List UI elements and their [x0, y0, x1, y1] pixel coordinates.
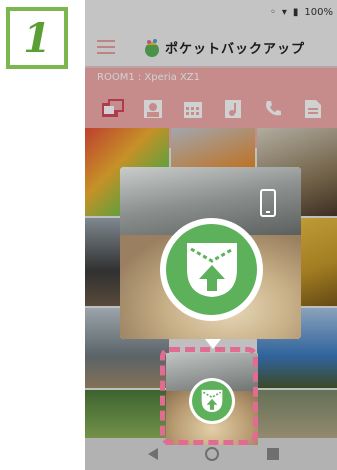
- step-badge: 1: [6, 7, 68, 69]
- device-icon: [260, 189, 276, 217]
- backup-button-large[interactable]: [160, 218, 263, 321]
- highlight-dashed-border: [160, 347, 258, 445]
- step-number: 1: [23, 14, 51, 62]
- pocket-backup-icon: [187, 243, 237, 297]
